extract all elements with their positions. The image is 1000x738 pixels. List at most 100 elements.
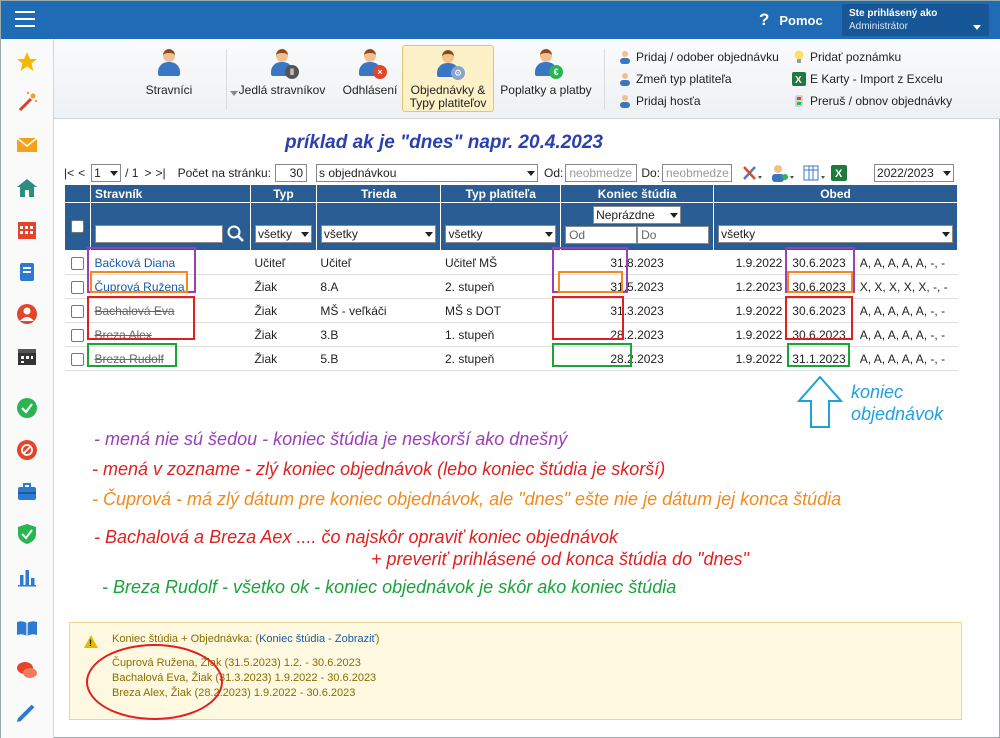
row-checkbox[interactable] bbox=[70, 256, 84, 270]
header-koniec-studia[interactable]: Koniec štúdia bbox=[560, 184, 715, 203]
open-book-icon[interactable] bbox=[16, 617, 38, 639]
tools-icon[interactable] bbox=[741, 164, 763, 182]
name-search-input[interactable] bbox=[94, 225, 223, 243]
table-row[interactable]: Breza Alex Žiak 3.B 1. stupeň 28.2.2023 … bbox=[64, 322, 958, 347]
stravnici-button[interactable]: Stravníci bbox=[94, 45, 244, 112]
trieda-filter-select[interactable]: všetky bbox=[320, 225, 437, 243]
to-label: Do: bbox=[641, 166, 661, 180]
user-config-icon[interactable] bbox=[771, 164, 795, 182]
page-select[interactable]: 1 bbox=[91, 164, 122, 182]
calendar-grid-icon[interactable] bbox=[16, 219, 38, 241]
odhlaseni-button[interactable]: × Odhlásení bbox=[334, 45, 406, 112]
jedla-label: Jedlá stravníkov bbox=[238, 83, 326, 97]
cell-trieda: 8.A bbox=[316, 274, 441, 299]
cell-trieda: 5.B bbox=[316, 346, 441, 371]
pager-last[interactable]: >| bbox=[156, 166, 166, 180]
calendar-icon[interactable] bbox=[16, 345, 38, 367]
chat-icon[interactable] bbox=[16, 659, 38, 681]
objednavky-button[interactable]: ⚙ Objednávky & Typy platiteľov bbox=[402, 45, 494, 112]
pridaj-odober-label: Pridaj / odober objednávku bbox=[636, 50, 779, 64]
user-line2: Administrátor bbox=[849, 21, 908, 32]
stravnik-name[interactable]: Breza Alex bbox=[94, 328, 151, 342]
shield-icon[interactable] bbox=[16, 523, 38, 545]
koniec-do-input[interactable]: Do bbox=[637, 226, 710, 244]
pager-prev[interactable]: < bbox=[78, 166, 85, 180]
mail-icon[interactable] bbox=[16, 134, 38, 156]
select-all-checkbox[interactable] bbox=[70, 220, 84, 234]
obed-filter-select[interactable]: všetky bbox=[718, 225, 953, 243]
year-select[interactable]: 2022/2023 bbox=[874, 164, 955, 182]
platitel-filter-select[interactable]: všetky bbox=[445, 225, 557, 243]
cell-koniec: 31.8.2023 bbox=[560, 250, 714, 275]
ban-circle-icon[interactable] bbox=[16, 439, 38, 461]
pager: |< < 1 / 1 > >| Počet na stránku: 30 s o… bbox=[64, 164, 955, 182]
check-circle-icon[interactable] bbox=[16, 397, 38, 419]
from-date-input[interactable]: neobmedze bbox=[565, 164, 638, 182]
arrow-label-line2: objednávok bbox=[851, 404, 944, 424]
menu-icon[interactable] bbox=[15, 11, 35, 27]
stravnik-name[interactable]: Bachalová Eva bbox=[94, 304, 174, 318]
order-filter-select[interactable]: s objednávkou bbox=[316, 164, 539, 182]
table-row[interactable]: Breza Rudolf Žiak 5.B 2. stupeň 28.2.202… bbox=[64, 346, 958, 371]
header-typ-platitela[interactable]: Typ platiteľa bbox=[440, 184, 562, 203]
user-icon[interactable] bbox=[16, 303, 38, 325]
help-label: Pomoc bbox=[779, 12, 823, 28]
pridaj-hosta-link[interactable]: Pridaj hosťa bbox=[618, 94, 701, 108]
arrow-label-line1: koniec bbox=[851, 382, 904, 402]
book-icon[interactable] bbox=[16, 261, 38, 283]
pager-of: / 1 bbox=[125, 166, 139, 180]
search-icon[interactable] bbox=[226, 225, 246, 243]
cell-typ: Žiak bbox=[250, 322, 317, 347]
note-red-action: - Bachalová a Breza Aex .... čo najskôr … bbox=[94, 527, 618, 547]
pencil-icon[interactable] bbox=[16, 701, 38, 723]
header-trieda[interactable]: Trieda bbox=[315, 184, 442, 203]
typ-filter-select[interactable]: všetky bbox=[254, 225, 312, 243]
briefcase-icon[interactable] bbox=[16, 481, 38, 503]
cell-trieda: MŠ - veľkáči bbox=[316, 298, 441, 323]
bar-chart-icon[interactable] bbox=[16, 565, 38, 587]
row-checkbox[interactable] bbox=[70, 280, 84, 294]
prerus-obnov-link[interactable]: Preruš / obnov objednávky bbox=[792, 94, 952, 108]
pridat-poznamku-link[interactable]: Pridať poznámku bbox=[792, 50, 901, 64]
cell-platitel: 2. stupeň bbox=[440, 274, 561, 299]
header-stravnik[interactable]: Stravník bbox=[89, 184, 251, 203]
e-karty-label: E Karty - Import z Excelu bbox=[810, 72, 943, 86]
obed-days: A, A, A, A, A, -, - bbox=[859, 303, 946, 318]
magic-wand-icon[interactable] bbox=[16, 91, 38, 113]
user-menu[interactable]: Ste prihlásený ako Administrátor bbox=[842, 4, 989, 36]
pager-next[interactable]: > bbox=[144, 166, 151, 180]
note-green: - Breza Rudolf - všetko ok - koniec obje… bbox=[102, 577, 677, 597]
koniec-filter-select[interactable]: Neprázdne bbox=[593, 206, 682, 224]
zmen-typ-link[interactable]: Zmeň typ platiteľa bbox=[618, 72, 732, 86]
table-row[interactable]: Bachalová Eva Žiak MŠ - veľkáči MŠ s DOT… bbox=[64, 298, 958, 323]
columns-icon[interactable] bbox=[803, 164, 827, 182]
svg-text:X: X bbox=[835, 168, 843, 180]
row-checkbox[interactable] bbox=[70, 352, 84, 366]
stravnik-name[interactable]: Breza Rudolf bbox=[94, 352, 163, 366]
excel-icon[interactable]: X bbox=[831, 165, 848, 181]
header-obed[interactable]: Obed bbox=[713, 184, 958, 203]
pridaj-odober-link[interactable]: Pridaj / odober objednávku bbox=[618, 50, 779, 64]
koniec-od-input[interactable]: Od bbox=[565, 226, 638, 244]
header-typ[interactable]: Typ bbox=[249, 184, 317, 203]
star-icon[interactable] bbox=[16, 51, 38, 73]
obed-do: 31.1.2023 bbox=[792, 351, 846, 366]
home-icon[interactable] bbox=[16, 177, 38, 199]
table-row[interactable]: Bačková Diana Učiteľ Učiteľ Učiteľ MŠ 31… bbox=[64, 250, 958, 275]
user-euro-icon: € bbox=[531, 49, 563, 79]
e-karty-import-link[interactable]: X E Karty - Import z Excelu bbox=[792, 72, 943, 86]
pager-first[interactable]: |< bbox=[64, 166, 74, 180]
table-row[interactable]: Čuprová Ružena Žiak 8.A 2. stupeň 31.5.2… bbox=[64, 274, 958, 299]
user-edit-icon bbox=[620, 73, 630, 86]
to-date-input[interactable]: neobmedze bbox=[662, 164, 733, 182]
jedla-stravnikov-button[interactable]: ‖ Jedlá stravníkov bbox=[236, 45, 328, 112]
row-checkbox[interactable] bbox=[70, 304, 84, 318]
poplatky-button[interactable]: € Poplatky a platby bbox=[496, 45, 596, 112]
obed-od: 1.9.2022 bbox=[735, 255, 783, 270]
koniec-studia-zobrazit-link[interactable]: Koniec štúdia - Zobraziť bbox=[259, 633, 376, 645]
stravnik-name[interactable]: Bačková Diana bbox=[94, 256, 175, 270]
row-checkbox[interactable] bbox=[70, 328, 84, 342]
help-button[interactable]: ? Pomoc bbox=[759, 10, 823, 30]
per-page-input[interactable]: 30 bbox=[275, 164, 308, 182]
stravnik-name[interactable]: Čuprová Ružena bbox=[94, 280, 184, 294]
